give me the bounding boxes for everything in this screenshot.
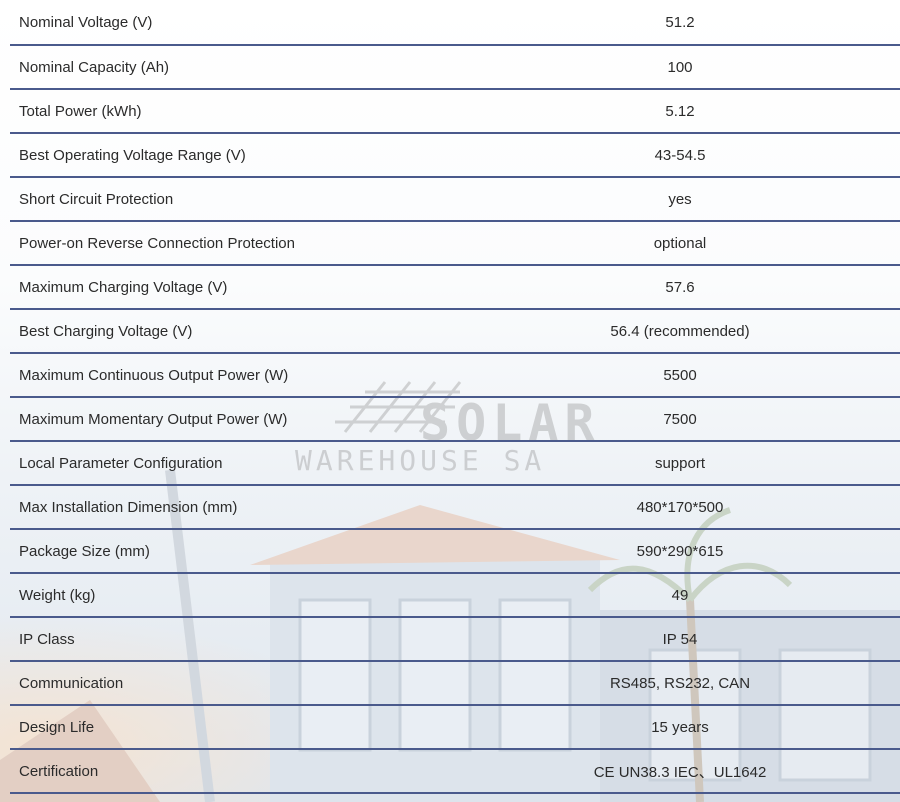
spec-label: Power-on Reverse Connection Protection (19, 234, 295, 252)
spec-label: Certification (19, 762, 99, 780)
table-row: Package Size (mm) 590*290*615 (10, 530, 900, 574)
spec-label: IP Class (19, 630, 75, 648)
spec-value: 590*290*615 (636, 542, 724, 560)
table-row: Design Life 15 years (10, 706, 900, 750)
table-row: Max Installation Dimension (mm) 480*170*… (10, 486, 900, 530)
table-row: Best Operating Voltage Range (V) 43-54.5 (10, 134, 900, 178)
table-row: Maximum Continuous Output Power (W) 5500 (10, 354, 900, 398)
spec-value: 5500 (663, 366, 697, 384)
spec-value: 49 (671, 586, 689, 604)
table-row: IP Class IP 54 (10, 618, 900, 662)
spec-value: 57.6 (665, 278, 695, 296)
spec-value: 480*170*500 (636, 498, 724, 516)
spec-table: Nominal Voltage (V) 51.2 Nominal Capacit… (10, 0, 900, 794)
spec-label: Maximum Momentary Output Power (W) (19, 410, 288, 428)
spec-label: Short Circuit Protection (19, 190, 174, 208)
spec-value: 7500 (663, 410, 697, 428)
spec-value: optional (653, 234, 707, 252)
spec-label: Local Parameter Configuration (19, 454, 223, 472)
spec-label: Nominal Voltage (V) (19, 13, 153, 31)
spec-value: 56.4 (recommended) (610, 322, 750, 340)
table-row: Nominal Voltage (V) 51.2 (10, 0, 900, 46)
spec-value: IP 54 (662, 630, 698, 648)
spec-value: support (654, 454, 706, 472)
spec-value: 51.2 (665, 13, 695, 31)
table-row: Local Parameter Configuration support (10, 442, 900, 486)
table-row: Maximum Charging Voltage (V) 57.6 (10, 266, 900, 310)
spec-value: yes (668, 190, 692, 208)
spec-value: 15 years (651, 718, 709, 736)
table-row: Certification CE UN38.3 IEC、UL1642 (10, 750, 900, 794)
spec-label: Nominal Capacity (Ah) (19, 58, 170, 76)
table-row: Power-on Reverse Connection Protection o… (10, 222, 900, 266)
spec-value: CE UN38.3 IEC、UL1642 (593, 763, 767, 781)
table-row: Short Circuit Protection yes (10, 178, 900, 222)
spec-value: 100 (667, 58, 693, 76)
table-row: Communication RS485, RS232, CAN (10, 662, 900, 706)
spec-value: 5.12 (665, 102, 695, 120)
table-row: Weight (kg) 49 (10, 574, 900, 618)
table-row: Best Charging Voltage (V) 56.4 (recommen… (10, 310, 900, 354)
table-row: Nominal Capacity (Ah) 100 (10, 46, 900, 90)
spec-label: Design Life (19, 718, 95, 736)
spec-label: Weight (kg) (19, 586, 96, 604)
spec-value: 43-54.5 (654, 146, 706, 164)
table-row: Total Power (kWh) 5.12 (10, 90, 900, 134)
spec-label: Max Installation Dimension (mm) (19, 498, 238, 516)
spec-label: Package Size (mm) (19, 542, 150, 560)
table-row: Maximum Momentary Output Power (W) 7500 (10, 398, 900, 442)
spec-label: Maximum Continuous Output Power (W) (19, 366, 289, 384)
spec-label: Communication (19, 674, 124, 692)
spec-value: RS485, RS232, CAN (609, 674, 751, 692)
spec-label: Total Power (kWh) (19, 102, 142, 120)
spec-label: Best Operating Voltage Range (V) (19, 146, 246, 164)
spec-label: Maximum Charging Voltage (V) (19, 278, 228, 296)
spec-label: Best Charging Voltage (V) (19, 322, 193, 340)
